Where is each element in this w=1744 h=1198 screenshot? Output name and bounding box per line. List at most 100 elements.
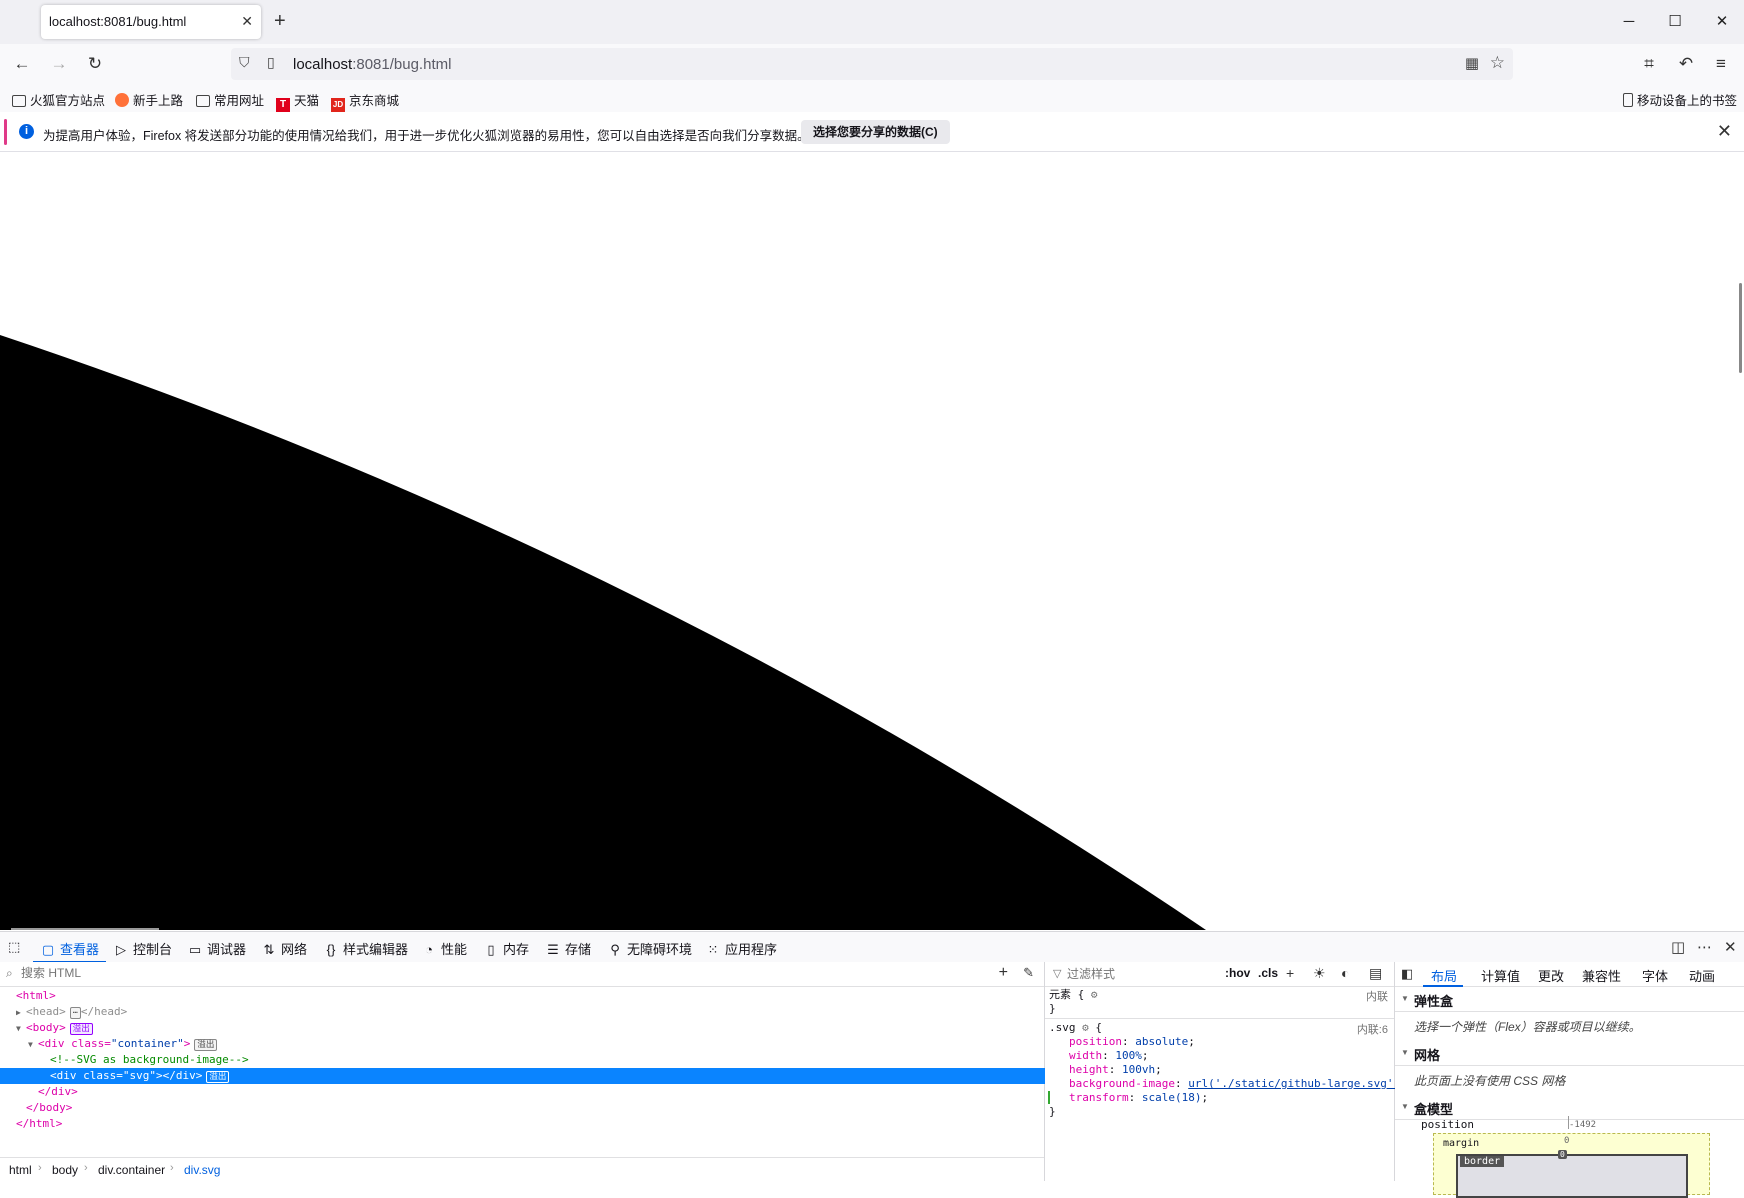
add-node-icon[interactable]: +: [999, 964, 1008, 982]
add-rule-icon[interactable]: +: [1286, 965, 1294, 981]
node-tag: </html>: [16, 1117, 63, 1130]
qr-code-icon[interactable]: ▦: [1465, 54, 1479, 72]
tab-changes[interactable]: 更改: [1538, 966, 1564, 985]
horizontal-scrollbar[interactable]: [11, 928, 159, 930]
node-tag: <head>: [26, 1005, 66, 1018]
search-html-input[interactable]: [21, 966, 981, 980]
declaration[interactable]: height: 100vh;: [1069, 1063, 1162, 1077]
undo-icon[interactable]: ↶: [1674, 52, 1698, 76]
new-tab-icon[interactable]: +: [274, 10, 286, 32]
cls-toggle[interactable]: .cls: [1258, 966, 1278, 980]
tab-debugger[interactable]: ▭ 调试器: [188, 939, 246, 958]
notification-close-icon[interactable]: ✕: [1717, 121, 1732, 142]
grid-section-header[interactable]: ▼ 网格: [1395, 1041, 1744, 1066]
close-window-icon[interactable]: ✕: [1710, 10, 1734, 34]
tree-node-html[interactable]: <html>: [0, 988, 1060, 1004]
vertical-scrollbar[interactable]: [1739, 283, 1742, 373]
border-top-value[interactable]: 0: [1558, 1150, 1567, 1159]
page-info-icon[interactable]: ▯: [267, 54, 275, 71]
svg-rule-selector[interactable]: .svg ⚙ {: [1049, 1021, 1102, 1035]
breadcrumb-item[interactable]: body: [52, 1163, 78, 1177]
tree-node-div-close[interactable]: </div>: [0, 1084, 1082, 1100]
tab-layout[interactable]: 布局: [1431, 966, 1457, 985]
tab-accessibility[interactable]: ⚲ 无障碍环境: [608, 939, 692, 958]
tree-node-head[interactable]: ▶ <head> ⋯ </head>: [0, 1004, 1060, 1020]
tab-style-editor[interactable]: {} 样式编辑器: [324, 939, 408, 958]
bookmark-item[interactable]: 常用网址: [196, 90, 264, 109]
more-options-icon[interactable]: ⋯: [1697, 938, 1712, 956]
declaration[interactable]: position: absolute;: [1069, 1035, 1195, 1049]
tree-node-container[interactable]: ▼ <div class="container"> 溢出: [0, 1036, 1072, 1052]
browser-tab[interactable]: localhost:8081/bug.html ✕: [41, 5, 261, 39]
dock-side-icon[interactable]: ◫: [1671, 938, 1685, 956]
margin-top-value[interactable]: 0: [1564, 1136, 1569, 1146]
overflow-badge[interactable]: 溢出: [194, 1039, 218, 1051]
menu-icon[interactable]: ≡: [1709, 52, 1733, 76]
tab-storage[interactable]: ☰ 存储: [546, 939, 591, 958]
element-picker-icon[interactable]: ⬚: [8, 939, 20, 955]
tab-network[interactable]: ⇅ 网络: [262, 939, 307, 958]
tab-memory[interactable]: ▯ 内存: [484, 939, 529, 958]
maximize-icon[interactable]: ☐: [1663, 10, 1687, 34]
collapse-arrow-icon[interactable]: ▼: [1401, 1048, 1409, 1057]
tree-node-comment[interactable]: <!--SVG as background-image-->: [0, 1052, 1094, 1068]
back-icon[interactable]: ←: [10, 52, 34, 76]
share-data-button[interactable]: 选择您要分享的数据(C): [801, 120, 950, 144]
declaration[interactable]: transform: scale(18);: [1069, 1091, 1208, 1105]
tab-inspector[interactable]: ▢ 查看器: [41, 939, 99, 958]
overflow-badge[interactable]: 溢出: [206, 1071, 230, 1083]
tab-application[interactable]: ⁙ 应用程序: [706, 939, 777, 958]
expand-arrow-icon[interactable]: ▶: [16, 1005, 26, 1021]
breadcrumb-item[interactable]: html: [9, 1163, 32, 1177]
bookmark-item[interactable]: T 天猫: [276, 90, 319, 112]
svg-rule-source[interactable]: 内联:6: [1357, 1021, 1388, 1037]
declaration[interactable]: background-image: url('./static/github-l…: [1069, 1077, 1407, 1091]
light-theme-icon[interactable]: ☀: [1313, 965, 1326, 982]
tab-fonts[interactable]: 字体: [1642, 966, 1668, 985]
element-rule-source[interactable]: 内联: [1366, 988, 1388, 1004]
gear-icon[interactable]: ⚙: [1082, 1021, 1089, 1034]
filter-styles-input[interactable]: [1067, 967, 1187, 981]
tab-console[interactable]: ▷ 控制台: [114, 939, 172, 958]
overflow-badge[interactable]: 溢出: [69, 1023, 93, 1035]
collapse-arrow-icon[interactable]: ▼: [1401, 994, 1409, 1003]
dark-theme-icon[interactable]: ◐: [1341, 965, 1349, 981]
screenshot-crop-icon[interactable]: ⌗: [1637, 52, 1661, 76]
tab-computed[interactable]: 计算值: [1481, 966, 1520, 985]
close-devtools-icon[interactable]: ✕: [1724, 938, 1737, 956]
mobile-bookmarks[interactable]: 移动设备上的书签: [1623, 90, 1737, 109]
flexbox-section-header[interactable]: ▼ 弹性盒: [1395, 987, 1744, 1012]
gear-icon[interactable]: ⚙: [1091, 988, 1098, 1001]
tab-close-icon[interactable]: ✕: [241, 13, 253, 30]
bookmark-star-icon[interactable]: ☆: [1490, 53, 1505, 73]
hov-toggle[interactable]: :hov: [1225, 966, 1250, 980]
tab-performance[interactable]: ◔ 性能: [422, 939, 467, 958]
tree-node-html-close[interactable]: </html>: [0, 1116, 1060, 1132]
tracking-shield-icon[interactable]: ⛉: [239, 54, 250, 71]
collapse-arrow-icon[interactable]: ▼: [16, 1021, 26, 1037]
minimize-icon[interactable]: ─: [1617, 10, 1641, 34]
reload-icon[interactable]: ↻: [83, 52, 107, 76]
element-rule-selector[interactable]: 元素 { ⚙: [1049, 988, 1098, 1002]
declaration[interactable]: width: 100%;: [1069, 1049, 1149, 1063]
property-value-link[interactable]: url('./static/github-large.svg'): [1188, 1077, 1400, 1090]
toggle-sidebar-icon[interactable]: ◧: [1401, 966, 1413, 982]
breadcrumb-item-selected[interactable]: div.svg: [184, 1163, 220, 1177]
position-top-value[interactable]: -1492: [1569, 1120, 1596, 1130]
collapsed-ellipsis[interactable]: ⋯: [69, 1007, 81, 1019]
print-media-icon[interactable]: ▤: [1369, 965, 1382, 982]
bookmark-item[interactable]: JD 京东商城: [331, 90, 399, 112]
forward-icon[interactable]: →: [47, 52, 71, 76]
collapse-arrow-icon[interactable]: ▼: [28, 1037, 38, 1053]
eyedropper-icon[interactable]: ✎: [1023, 965, 1034, 981]
bookmark-item[interactable]: 新手上路: [115, 90, 183, 109]
tab-compatibility[interactable]: 兼容性: [1582, 966, 1621, 985]
tab-animations[interactable]: 动画: [1689, 966, 1715, 985]
bookmark-item[interactable]: 火狐官方站点: [12, 90, 105, 109]
tree-node-body-close[interactable]: </body>: [0, 1100, 1070, 1116]
tree-node-svg-selected[interactable]: <div class="svg"></div> 溢出: [0, 1068, 1094, 1084]
url-text[interactable]: localhost:8081/bug.html: [293, 56, 451, 73]
url-bar[interactable]: ⛉ ▯ localhost:8081/bug.html ▦ ☆: [231, 48, 1513, 80]
tree-node-body[interactable]: ▼ <body> 溢出: [0, 1020, 1060, 1036]
breadcrumb-item[interactable]: div.container: [98, 1163, 165, 1177]
